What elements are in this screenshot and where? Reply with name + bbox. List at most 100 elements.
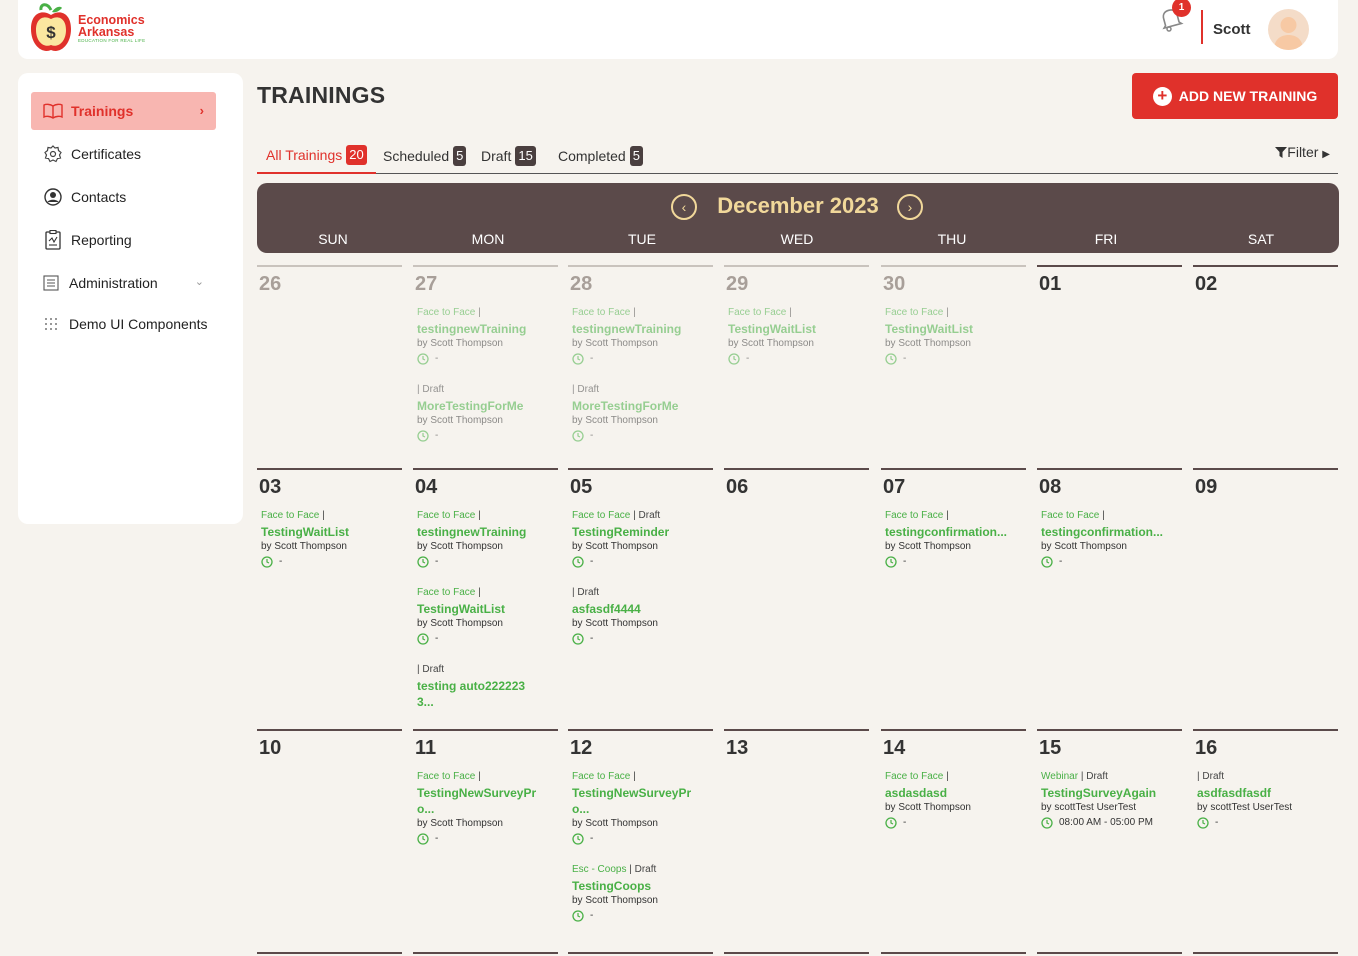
event-type-separator: | [475,587,481,598]
training-event[interactable]: Face to Face | Draft TestingReminder by Sc… [572,510,712,569]
calendar-day-cell[interactable]: 28 Face to Face | testingnewTraining by Sco… [568,265,713,468]
training-event[interactable]: Face to Face | testingconfirmation... by S… [885,510,1025,569]
calendar-day-cell[interactable]: 11 Face to Face | TestingNewSurveyPr o... b… [413,729,558,956]
sidebar-item-reporting[interactable]: Reporting [31,221,216,259]
calendar-day-cell[interactable]: 09 [1193,468,1338,729]
event-author: by scottTest UserTest [1197,802,1293,813]
calendar-day-cell[interactable]: 27 Face to Face | testingnewTraining by Sco… [413,265,558,468]
calendar-day-cell[interactable]: 06 [724,468,869,729]
add-new-training-button[interactable]: + ADD NEW TRAINING [1132,73,1338,119]
event-title[interactable]: testing auto222223 3... [417,678,537,710]
calendar-day-cell[interactable] [568,952,713,956]
event-title[interactable]: testingconfirmation... [885,524,1007,540]
calendar-day-cell[interactable]: 05 Face to Face | Draft TestingReminder by … [568,468,713,729]
calendar-day-cell[interactable]: 13 [724,729,869,956]
calendar-day-cell[interactable]: 01 [1037,265,1182,468]
calendar-day-cell[interactable]: 30 Face to Face | TestingWaitList by Scott … [881,265,1026,468]
avatar[interactable] [1268,9,1309,50]
sidebar-item-administration[interactable]: Administration ⌄ [31,264,216,302]
event-title[interactable]: TestingNewSurveyPr o... [572,785,692,817]
logo[interactable]: $ Economics Arkansas EDUCATION FOR REAL … [28,2,145,56]
calendar-day-cell[interactable] [257,952,402,956]
tab-completed[interactable]: Completed 5 [558,138,643,174]
training-event[interactable]: Webinar | Draft TestingSurveyAgain by scot… [1041,771,1181,830]
event-title[interactable]: MoreTestingForMe [417,398,557,414]
calendar-day-cell[interactable] [1193,952,1338,956]
calendar-day-cell[interactable] [724,952,869,956]
day-of-week-label: WED [780,231,814,247]
event-title[interactable]: asdasdasd [885,785,1025,801]
sidebar-item-demo-ui-components[interactable]: Demo UI Components [31,305,216,343]
tab-all-trainings[interactable]: All Trainings 20 [257,138,376,174]
training-event[interactable]: Face to Face | TestingNewSurveyPr o... by … [572,771,712,846]
event-title[interactable]: asfasdf4444 [572,601,712,617]
tab-scheduled[interactable]: Scheduled 5 [383,138,467,174]
calendar-day-cell[interactable]: 04 Face to Face | testingnewTraining by Sco… [413,468,558,729]
event-time: - [572,555,712,569]
sidebar-item-certificates[interactable]: Certificates [31,135,216,173]
sidebar-item-trainings[interactable]: Trainings › [31,92,216,130]
event-title[interactable]: TestingCoops [572,878,712,894]
calendar-day-cell[interactable]: 10 [257,729,402,956]
event-time: - [572,909,712,923]
event-title[interactable]: TestingWaitList [261,524,401,540]
tab-draft[interactable]: Draft 15 [481,138,536,174]
training-event[interactable]: | Draft asfasdf4444 by Scott Thompson - [572,587,712,646]
event-time: - [417,429,557,443]
calendar-day-cell[interactable]: 07 Face to Face | testingconfirmation... by… [881,468,1026,729]
day-number: 27 [415,273,438,295]
chevron-right-icon: › [907,199,913,215]
training-event[interactable]: | Draft testing auto222223 3... [417,664,557,710]
calendar-day-cell[interactable]: 12 Face to Face | TestingNewSurveyPr o... b… [568,729,713,956]
event-title[interactable]: testingnewTraining [417,321,557,337]
calendar-day-cell[interactable] [413,952,558,956]
event-title[interactable]: MoreTestingForMe [572,398,712,414]
event-title[interactable]: testingnewTraining [572,321,712,337]
event-title[interactable]: asdfasdfasdf [1197,785,1337,801]
training-event[interactable]: Face to Face | TestingWaitList by Scott Th… [417,587,557,646]
event-title[interactable]: testingnewTraining [417,524,557,540]
training-event[interactable]: Face to Face | TestingWaitList by Scott Th… [885,307,1025,366]
calendar-day-cell[interactable] [1037,952,1182,956]
calendar-day-cell[interactable]: 03 Face to Face | TestingWaitList by Scott … [257,468,402,729]
training-event[interactable]: Face to Face | testingconfirmation... by S… [1041,510,1181,569]
event-title[interactable]: TestingNewSurveyPr o... [417,785,537,817]
day-of-week-label: THU [937,231,967,247]
event-type: Face to Face [417,510,476,521]
calendar-day-cell[interactable]: 02 [1193,265,1338,468]
calendar-day-cell[interactable]: 14 Face to Face | asdasdasd by Scott Thomps… [881,729,1026,956]
training-event[interactable]: Face to Face | testingnewTraining by Scott… [572,307,712,366]
calendar-day-cell[interactable]: 29 Face to Face | TestingWaitList by Scott … [724,265,869,468]
next-month-button[interactable]: › [897,194,923,220]
event-title[interactable]: TestingWaitList [885,321,1025,337]
logo-line2: Arkansas [78,25,135,39]
clock-icon [417,430,429,442]
user-name[interactable]: Scott [1213,21,1251,38]
training-event[interactable]: | Draft asdfasdfasdf by scottTest UserTest… [1197,771,1337,830]
report-icon [43,230,63,250]
sidebar-item-contacts[interactable]: Contacts [31,178,216,216]
event-title[interactable]: TestingReminder [572,524,712,540]
training-event[interactable]: Face to Face | TestingWaitList by Scott Th… [728,307,868,366]
clock-icon [1041,817,1053,829]
calendar-day-cell[interactable]: 26 [257,265,402,468]
calendar-day-cell[interactable]: 08 Face to Face | testingconfirmation... by… [1037,468,1182,729]
training-event[interactable]: Esc - Coops | Draft TestingCoops by Scott … [572,864,712,923]
event-title[interactable]: TestingWaitList [728,321,868,337]
day-number: 26 [259,273,282,295]
filter-button[interactable]: Filter ▶ [1275,144,1330,160]
training-event[interactable]: | Draft MoreTestingForMe by Scott Thompson… [417,384,557,443]
training-event[interactable]: Face to Face | testingnewTraining by Scott… [417,307,557,366]
training-event[interactable]: Face to Face | asdasdasd by Scott Thompson… [885,771,1025,830]
calendar-day-cell[interactable] [881,952,1026,956]
training-event[interactable]: Face to Face | TestingNewSurveyPr o... by … [417,771,557,846]
event-title[interactable]: TestingWaitList [417,601,557,617]
calendar-day-cell[interactable]: 15 Webinar | Draft TestingSurveyAgain by sc… [1037,729,1182,956]
training-event[interactable]: | Draft MoreTestingForMe by Scott Thompson… [572,384,712,443]
training-event[interactable]: Face to Face | testingnewTraining by Scott… [417,510,557,569]
training-event[interactable]: Face to Face | TestingWaitList by Scott Th… [261,510,401,569]
event-type-separator: | [475,510,481,521]
event-title[interactable]: TestingSurveyAgain [1041,785,1181,801]
event-title[interactable]: testingconfirmation... [1041,524,1163,540]
calendar-day-cell[interactable]: 16 | Draft asdfasdfasdf by scottTest UserTe… [1193,729,1338,956]
